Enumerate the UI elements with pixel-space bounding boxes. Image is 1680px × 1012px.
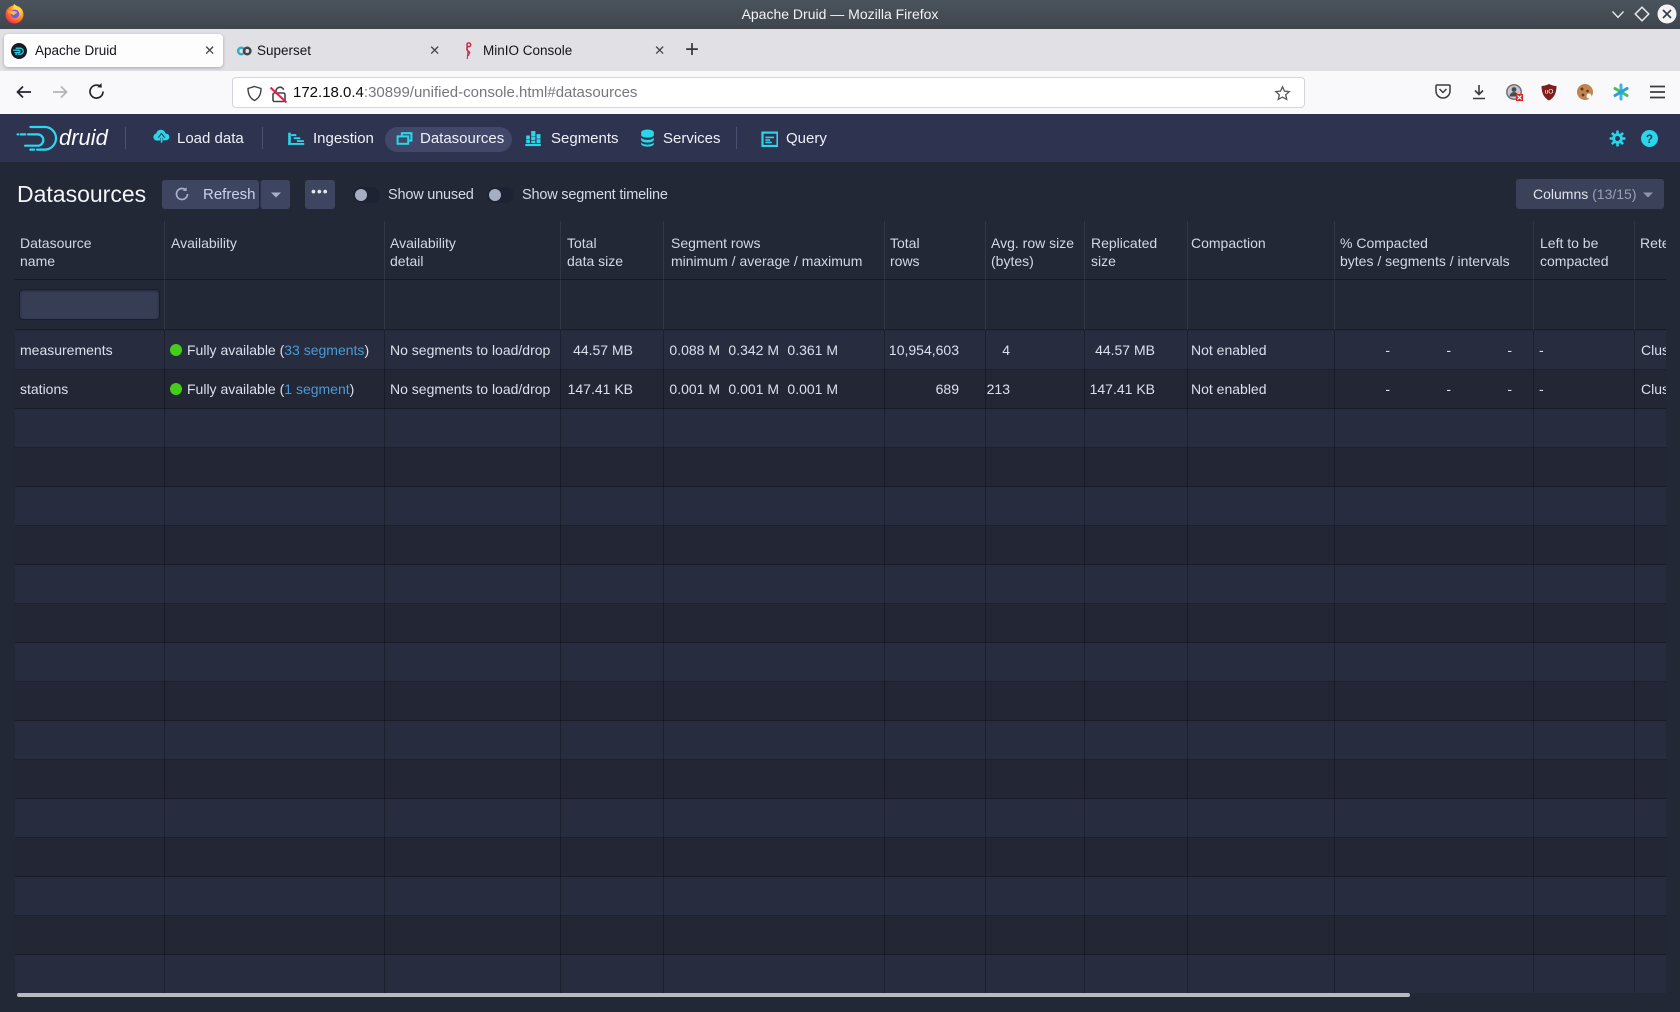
- svg-text:?: ?: [1646, 133, 1653, 146]
- svg-text:uO: uO: [1545, 89, 1554, 96]
